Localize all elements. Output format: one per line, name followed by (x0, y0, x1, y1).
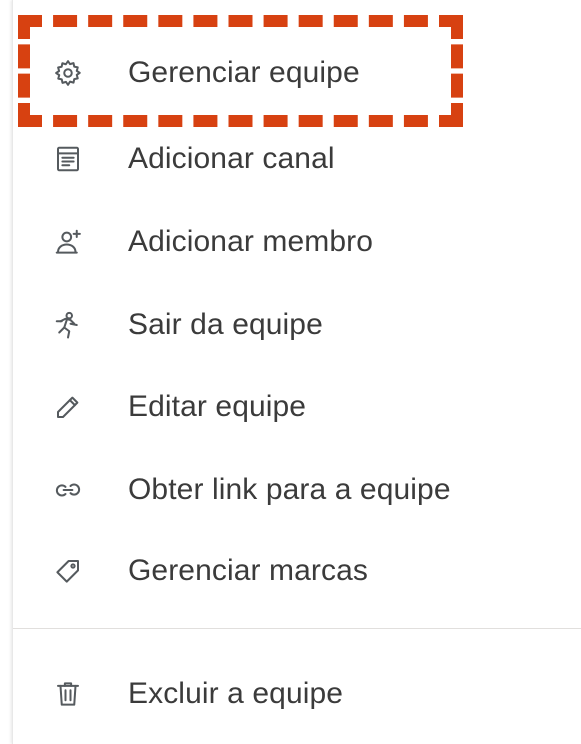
menu-item-manage-tags[interactable]: Gerenciar marcas (13, 530, 581, 612)
pencil-icon (51, 390, 85, 424)
menu-divider (13, 628, 581, 629)
menu-item-delete-team[interactable]: Excluir a equipe (13, 653, 581, 735)
menu-item-label: Editar equipe (128, 390, 307, 423)
menu-item-edit-team[interactable]: Editar equipe (13, 366, 581, 448)
team-context-menu: Gerenciar equipe Adicionar canal Adicion… (12, 0, 581, 744)
trash-icon (51, 677, 85, 711)
menu-item-label: Gerenciar equipe (128, 56, 360, 89)
menu-item-label: Adicionar canal (128, 142, 335, 175)
menu-item-get-link[interactable]: Obter link para a equipe (13, 449, 581, 531)
menu-item-manage-team[interactable]: Gerenciar equipe (13, 32, 581, 114)
link-icon (51, 473, 85, 507)
menu-item-label: Gerenciar marcas (128, 554, 369, 587)
page: Gerenciar equipe Adicionar canal Adicion… (0, 0, 581, 744)
menu-item-add-member[interactable]: Adicionar membro (13, 201, 581, 283)
gear-icon (51, 56, 85, 90)
menu-item-leave-team[interactable]: Sair da equipe (13, 284, 581, 366)
menu-item-label: Sair da equipe (128, 308, 323, 341)
leave-person-icon (51, 308, 85, 342)
menu-item-label: Excluir a equipe (128, 677, 344, 710)
channel-list-icon (51, 142, 85, 176)
tag-icon (51, 554, 85, 588)
add-person-icon (51, 225, 85, 259)
menu-item-add-channel[interactable]: Adicionar canal (13, 118, 581, 200)
menu-item-label: Adicionar membro (128, 225, 374, 258)
menu-item-label: Obter link para a equipe (128, 473, 451, 506)
